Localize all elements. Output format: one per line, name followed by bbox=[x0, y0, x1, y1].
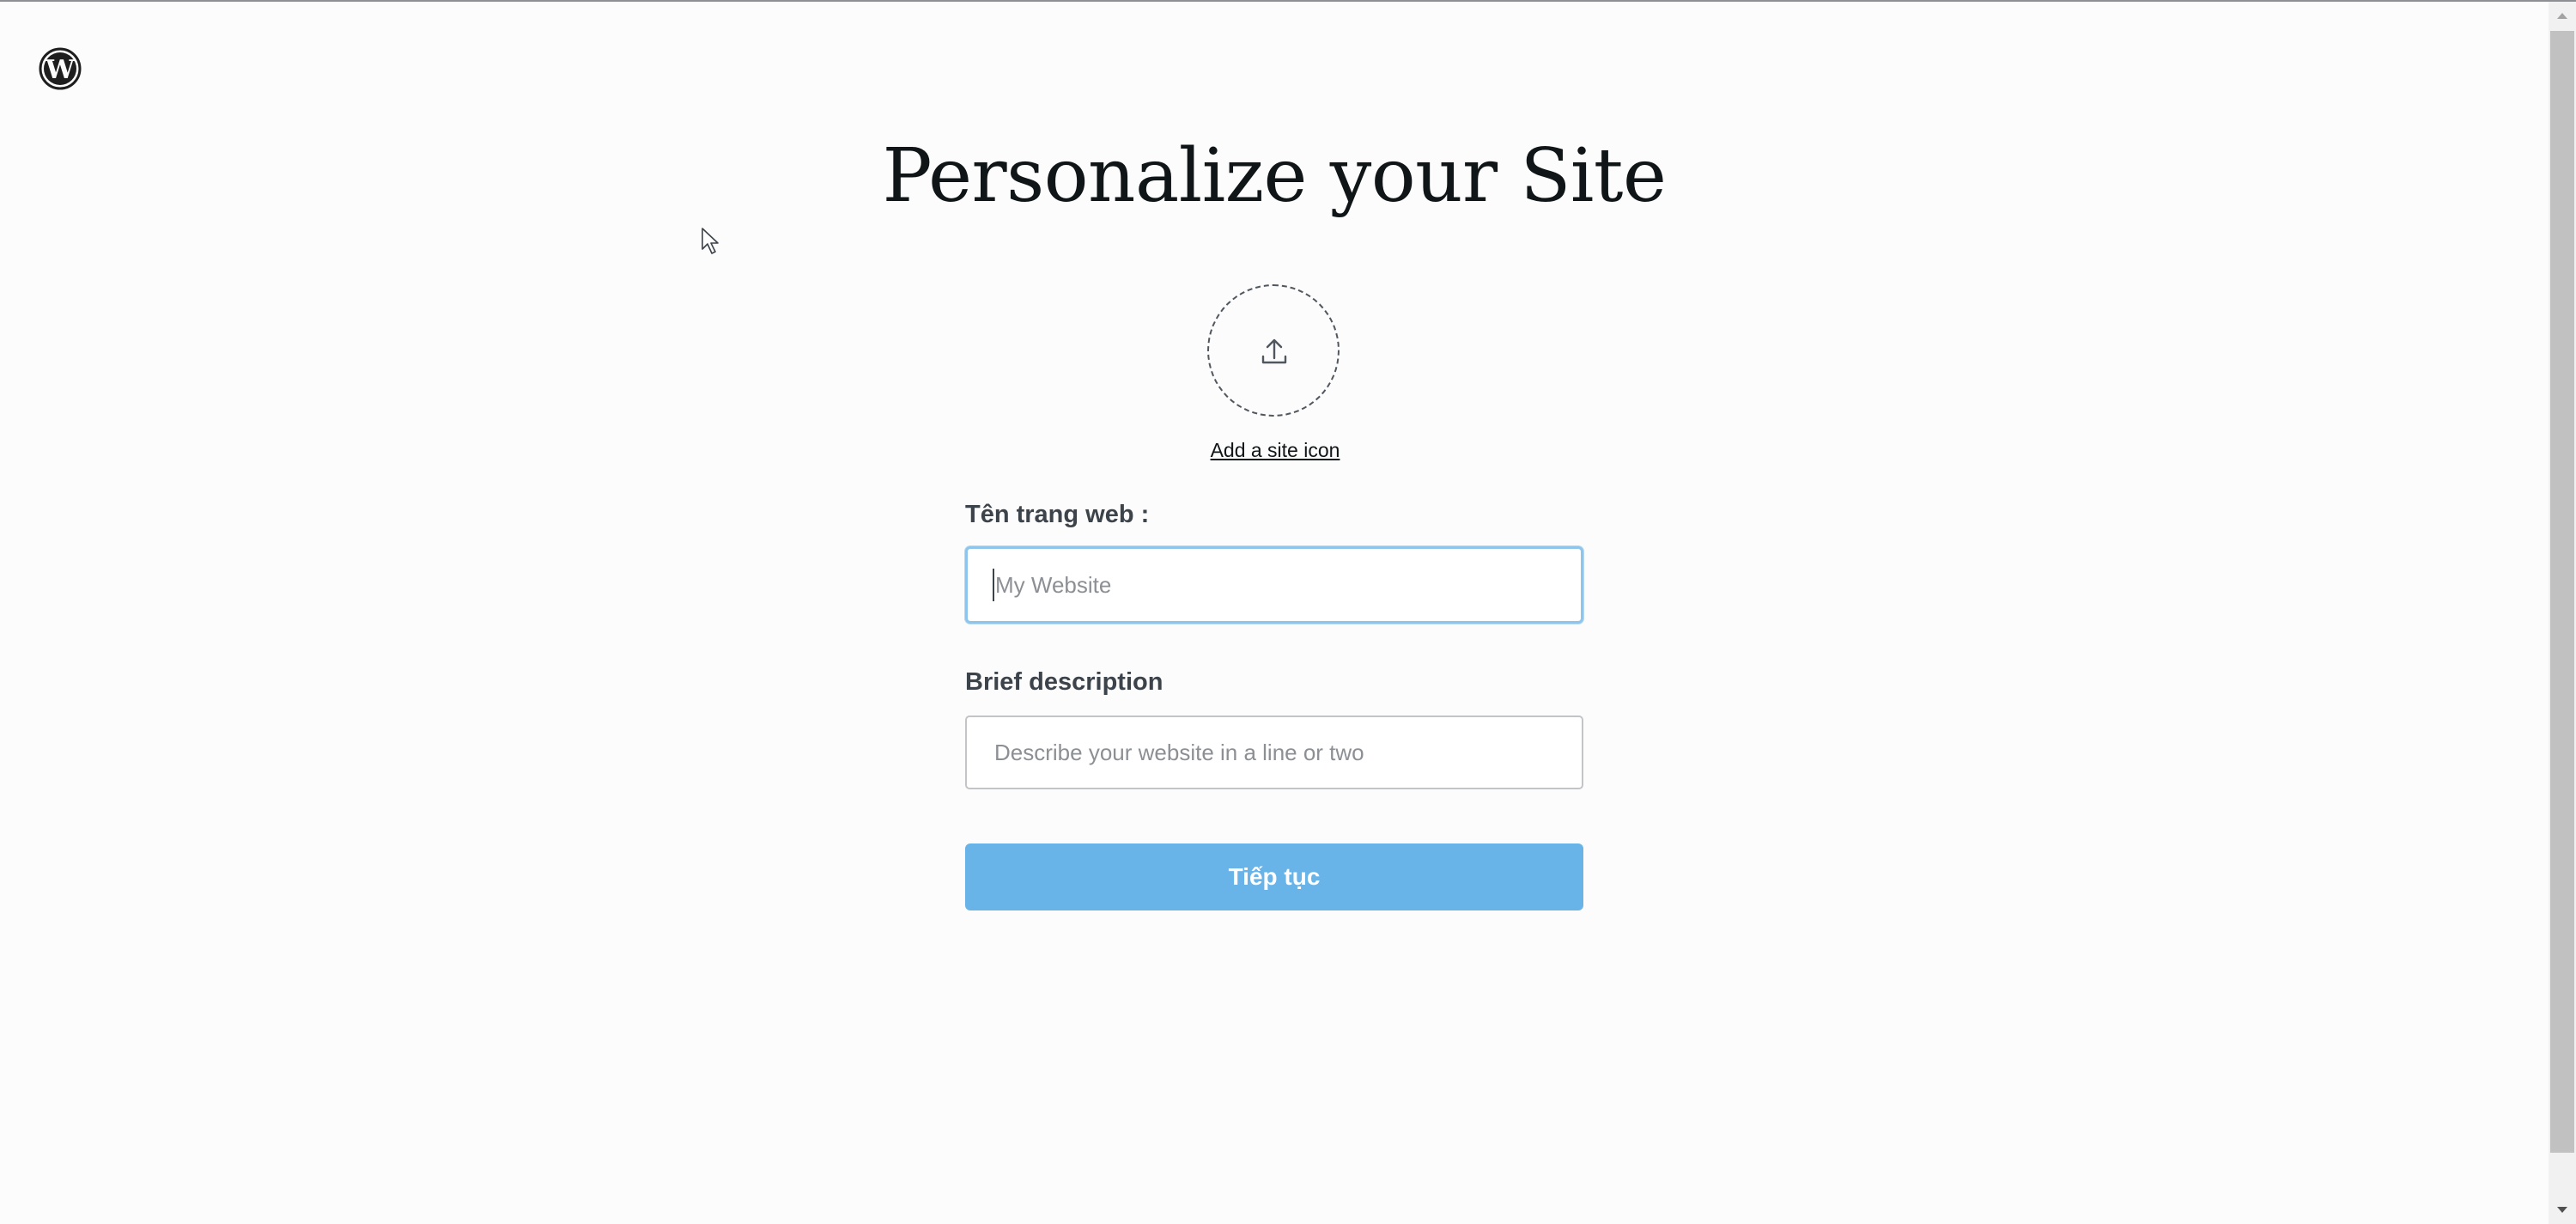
add-site-icon-link[interactable]: Add a site icon bbox=[1168, 439, 1382, 462]
window-top-border bbox=[0, 0, 2576, 2]
description-label: Brief description bbox=[965, 668, 1163, 696]
site-icon-upload-button[interactable] bbox=[1207, 284, 1340, 417]
page-title: Personalize your Site bbox=[882, 133, 1667, 219]
mouse-cursor-icon bbox=[701, 227, 721, 256]
scrollbar-thumb[interactable] bbox=[2550, 31, 2574, 1153]
text-caret bbox=[993, 569, 994, 601]
wordpress-logo-icon[interactable]: W bbox=[38, 46, 82, 91]
scroll-down-arrow-icon[interactable] bbox=[2549, 1197, 2576, 1224]
continue-button[interactable]: Tiếp tục bbox=[965, 843, 1583, 910]
vertical-scrollbar[interactable] bbox=[2549, 2, 2576, 1224]
scroll-up-arrow-icon[interactable] bbox=[2549, 2, 2576, 29]
site-name-input[interactable] bbox=[965, 546, 1583, 624]
site-name-label: Tên trang web : bbox=[965, 501, 1150, 528]
description-input[interactable] bbox=[965, 716, 1583, 789]
svg-text:W: W bbox=[45, 55, 76, 85]
